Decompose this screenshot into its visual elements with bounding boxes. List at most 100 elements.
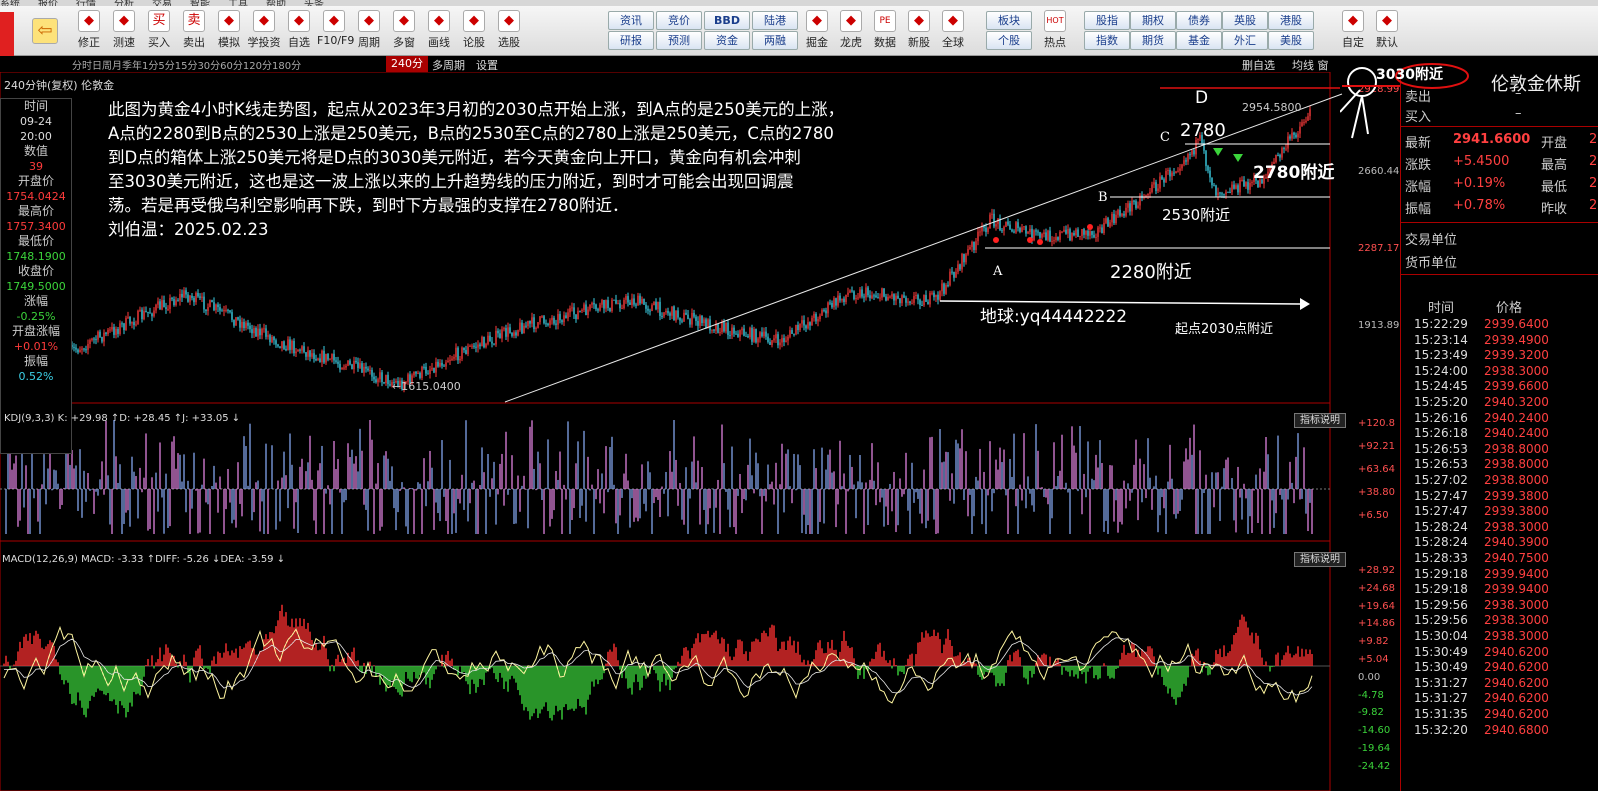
indicator-axis-label: -14.60 — [1358, 725, 1391, 737]
tick-row[interactable]: 15:32:20 2940.6800 — [1400, 723, 1598, 740]
grid-button[interactable]: ◆ 多窗 — [387, 10, 421, 52]
tick-row[interactable]: 15:31:35 2940.6200 — [1400, 707, 1598, 724]
quick-button[interactable]: 股指 — [1084, 11, 1130, 30]
candle-body — [1073, 232, 1075, 236]
quick-button[interactable]: 资讯 — [608, 11, 654, 30]
quick-button[interactable]: 外汇 — [1222, 31, 1268, 50]
quick-button[interactable]: 英股 — [1222, 11, 1268, 30]
dig-icon: ◆ — [806, 10, 828, 32]
tick-time: 15:30:49 — [1414, 644, 1468, 659]
candle-body — [1135, 201, 1137, 208]
price-axis-label: 2660.448 — [1358, 166, 1406, 177]
chat-button[interactable]: ◆ 论股 — [457, 10, 491, 52]
quick-button[interactable]: 债券 — [1176, 11, 1222, 30]
candle-body — [435, 361, 437, 373]
quick-button[interactable]: 竞价 — [656, 11, 702, 30]
tick-row[interactable]: 15:26:16 2940.2400 — [1400, 411, 1598, 428]
period-list[interactable]: 分时日周月季年1分5分15分30分60分120分180分 — [72, 57, 301, 72]
buy-button[interactable]: 买买入 — [142, 10, 176, 52]
back-button[interactable]: ⇦ — [28, 10, 62, 52]
ma-window-buttons[interactable]: 均线 窗 — [1292, 57, 1329, 73]
home-button[interactable]: ◆ 默认 — [1370, 10, 1404, 52]
tab-settings[interactable]: 设置 — [476, 57, 498, 73]
candle-body — [1221, 193, 1223, 195]
quick-button[interactable]: 指数 — [1084, 31, 1130, 50]
tick-row[interactable]: 15:29:18 2939.9400 — [1400, 582, 1598, 599]
tick-row[interactable]: 15:24:00 2938.3000 — [1400, 364, 1598, 381]
tab-multi-period[interactable]: 多周期 — [432, 57, 465, 73]
macd-indicator-help-button[interactable]: 指标说明 — [1294, 552, 1346, 567]
tick-row[interactable]: 15:27:02 2938.8000 — [1400, 473, 1598, 490]
quick-button[interactable]: 期货 — [1130, 31, 1176, 50]
quick-button[interactable]: 预测 — [656, 31, 702, 50]
tick-row[interactable]: 15:28:24 2940.3900 — [1400, 535, 1598, 552]
quick-button[interactable]: 板块 — [986, 11, 1032, 30]
tick-row[interactable]: 15:24:45 2939.6600 — [1400, 379, 1598, 396]
quick-button[interactable]: 陆港 — [752, 11, 798, 30]
candle-body — [157, 301, 159, 305]
tick-row[interactable]: 15:25:20 2940.3200 — [1400, 395, 1598, 412]
sell-button[interactable]: 卖卖出 — [177, 10, 211, 52]
quick-button[interactable]: 资金 — [704, 31, 750, 50]
candle-body — [799, 323, 801, 331]
tick-row[interactable]: 15:29:18 2939.9400 — [1400, 567, 1598, 584]
quick-button[interactable]: 美股 — [1268, 31, 1314, 50]
quick-button[interactable]: 个股 — [986, 31, 1032, 50]
remove-watchlist-button[interactable]: 删自选 — [1242, 57, 1275, 73]
tick-row[interactable]: 15:27:47 2939.3800 — [1400, 489, 1598, 506]
tick-row[interactable]: 15:31:27 2940.6200 — [1400, 676, 1598, 693]
tick-row[interactable]: 15:22:29 2939.6400 — [1400, 317, 1598, 334]
newstock-button[interactable]: ◆ 新股 — [902, 10, 936, 52]
arrow-up-button[interactable]: ◆ 修正 — [72, 10, 106, 52]
quick-button[interactable]: 研报 — [608, 31, 654, 50]
hotspot-button[interactable]: HOT 热点 — [1038, 10, 1072, 52]
candle-body — [1177, 170, 1179, 172]
custom-button[interactable]: ◆ 自定 — [1336, 10, 1370, 52]
quick-button[interactable]: 基金 — [1176, 31, 1222, 50]
dig-button[interactable]: ◆ 掘金 — [800, 10, 834, 52]
globe-button[interactable]: ◆ 全球 — [936, 10, 970, 52]
tick-row[interactable]: 15:29:56 2938.3000 — [1400, 598, 1598, 615]
tick-row[interactable]: 15:30:49 2940.6200 — [1400, 645, 1598, 662]
hammer-button[interactable]: ◆ 模拟 — [212, 10, 246, 52]
pencil-button[interactable]: ◆ 画线 — [422, 10, 456, 52]
tick-time: 15:29:18 — [1414, 582, 1468, 597]
magnifier-button[interactable]: ◆ 选股 — [492, 10, 526, 52]
kdj-indicator-help-button[interactable]: 指标说明 — [1294, 413, 1346, 428]
candle-body — [551, 317, 553, 321]
tick-row[interactable]: 15:28:24 2938.3000 — [1400, 520, 1598, 537]
f10-button[interactable]: ◆ F10/F9 — [317, 10, 354, 52]
tick-row[interactable]: 15:26:18 2940.2400 — [1400, 426, 1598, 443]
quick-button[interactable]: 两融 — [752, 31, 798, 50]
tick-row[interactable]: 15:29:56 2938.3000 — [1400, 613, 1598, 630]
candle-body — [285, 348, 287, 351]
candle-body — [119, 323, 121, 334]
tick-row[interactable]: 15:30:49 2940.6200 — [1400, 660, 1598, 677]
tick-time: 15:31:27 — [1414, 675, 1468, 690]
up-marker — [1027, 237, 1033, 243]
quick-button[interactable]: 港股 — [1268, 11, 1314, 30]
speed-button[interactable]: ◆ 测速 — [107, 10, 141, 52]
quick-button[interactable]: BBD — [704, 11, 750, 30]
tick-row[interactable]: 15:27:47 2939.3800 — [1400, 504, 1598, 521]
tick-row[interactable]: 15:30:04 2938.3000 — [1400, 629, 1598, 646]
candle-body — [1213, 185, 1215, 187]
pe-button[interactable]: PE 数据 — [868, 10, 902, 52]
tick-row[interactable]: 15:31:27 2940.6200 — [1400, 691, 1598, 708]
star-button[interactable]: ◆ 自选 — [282, 10, 316, 52]
candle-body — [655, 301, 657, 310]
tick-row[interactable]: 15:23:14 2939.4900 — [1400, 333, 1598, 350]
quick-button[interactable]: 期权 — [1130, 11, 1176, 30]
tick-row[interactable]: 15:26:53 2938.8000 — [1400, 442, 1598, 459]
candle-body — [513, 332, 515, 336]
tick-row[interactable]: 15:26:53 2938.8000 — [1400, 457, 1598, 474]
dragon-button[interactable]: ◆ 龙虎 — [834, 10, 868, 52]
candle-body — [639, 295, 641, 304]
clock-button[interactable]: ◆ 周期 — [352, 10, 386, 52]
mortarboard-button[interactable]: ◆ 学投资 — [247, 10, 281, 52]
candle-body — [695, 316, 697, 321]
candle-body — [919, 299, 921, 306]
tab-240min[interactable]: 240分 — [386, 56, 428, 72]
tick-row[interactable]: 15:28:33 2940.7500 — [1400, 551, 1598, 568]
tick-row[interactable]: 15:23:49 2939.3200 — [1400, 348, 1598, 365]
